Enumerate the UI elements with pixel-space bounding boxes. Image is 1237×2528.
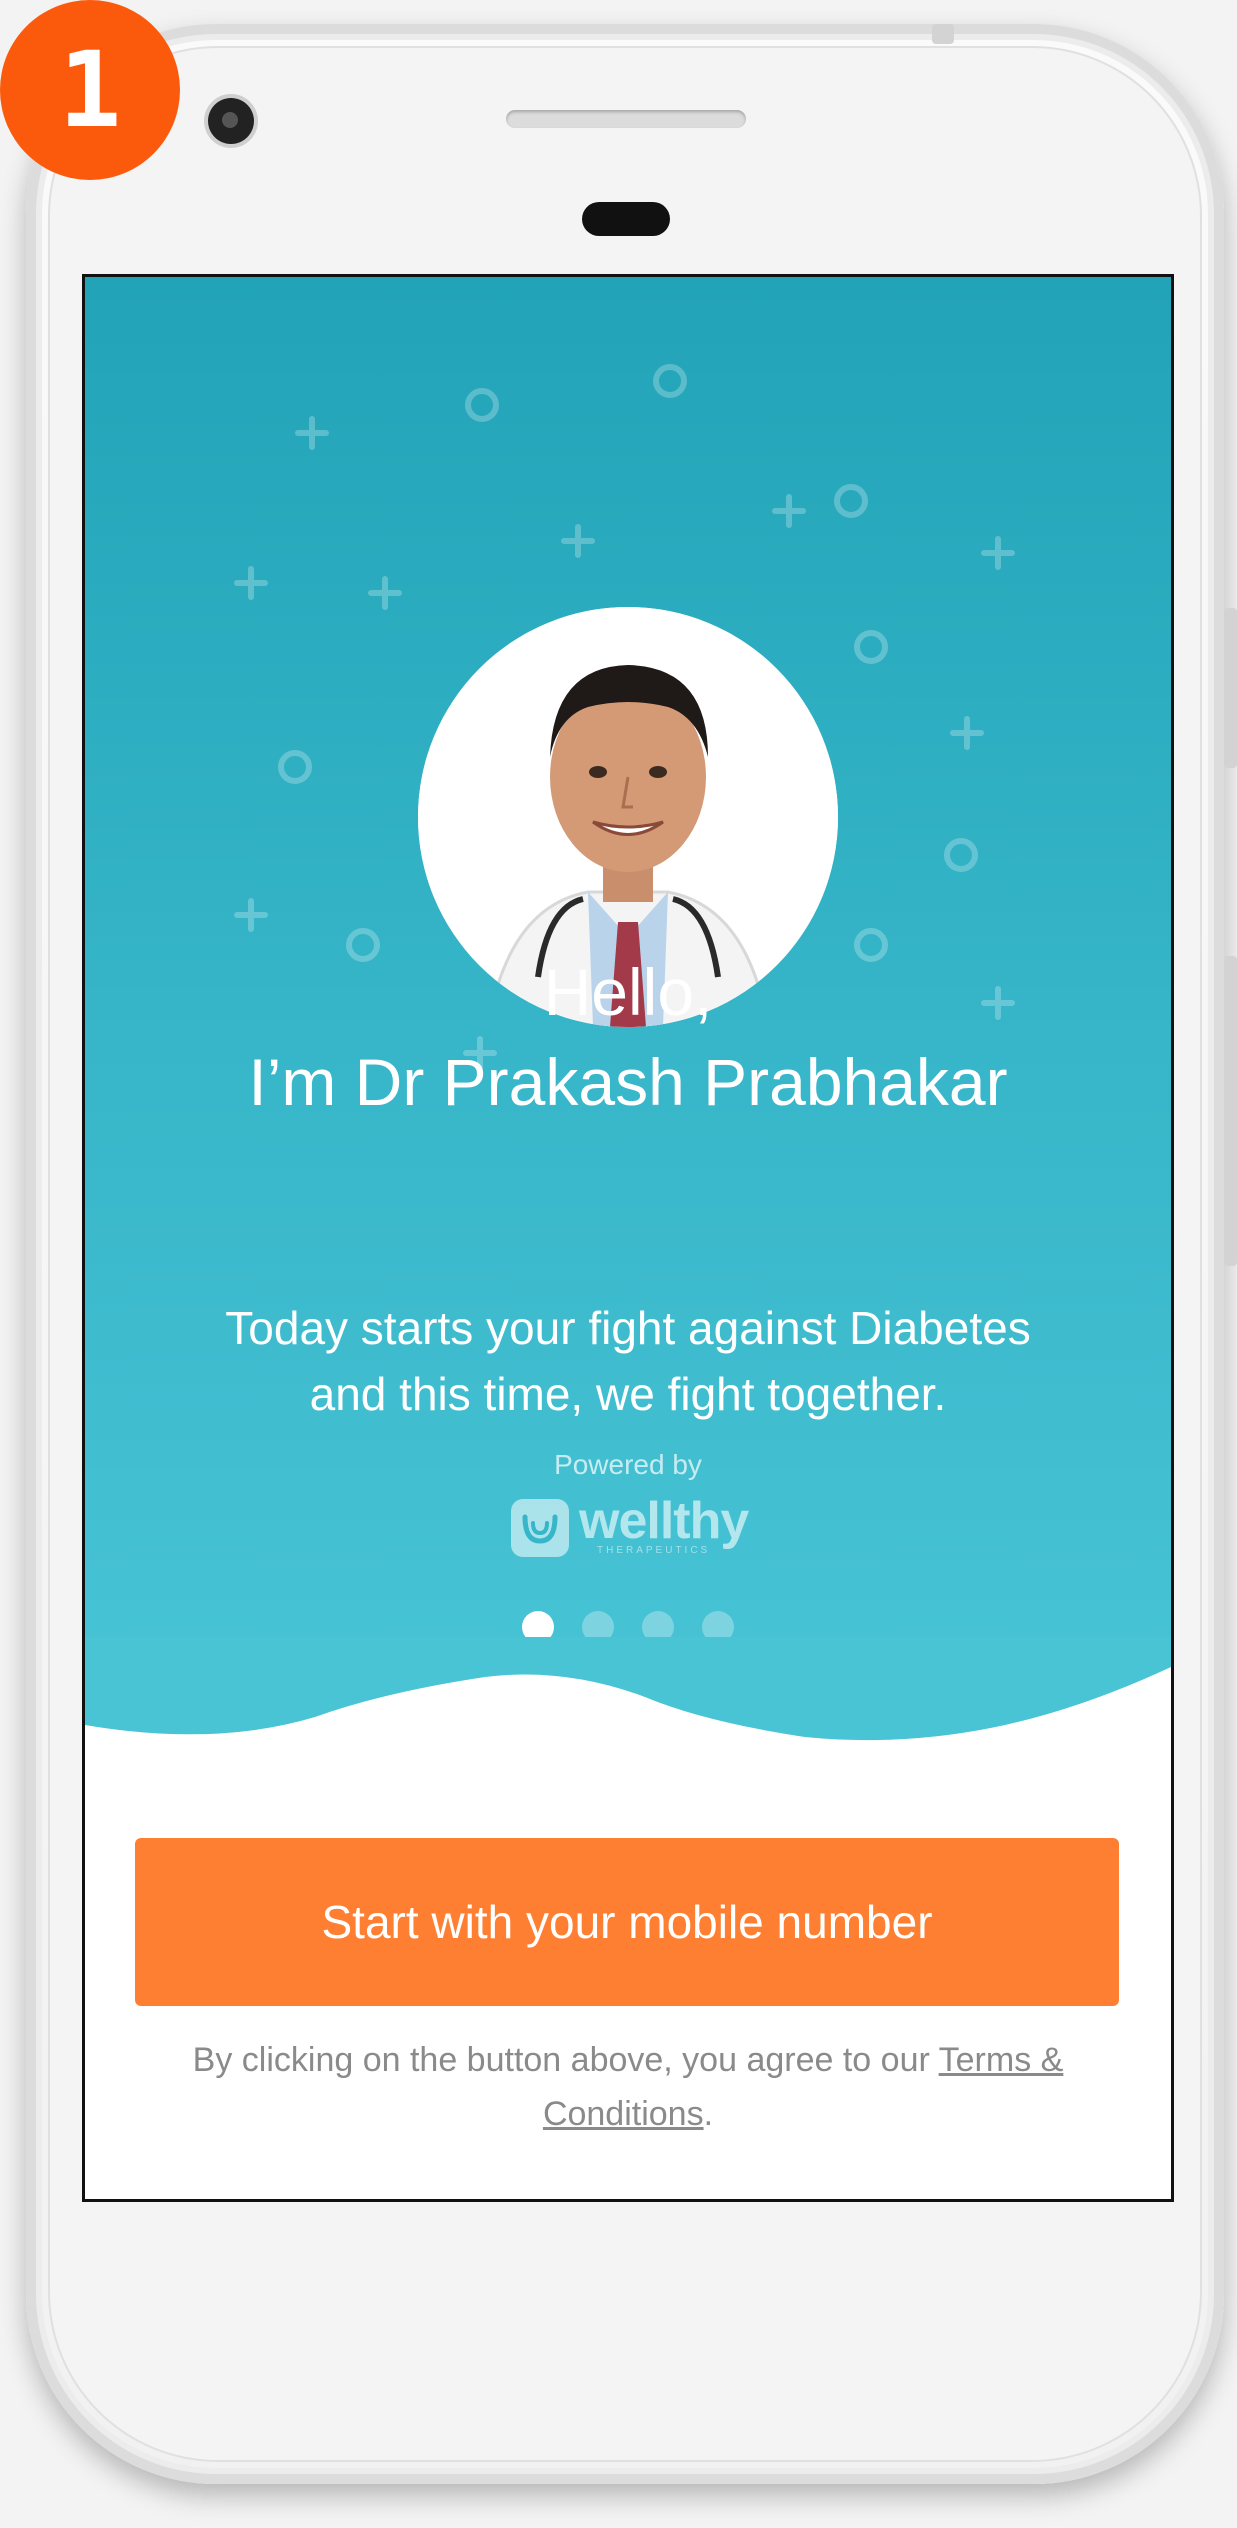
plus-decoration-icon — [561, 524, 595, 558]
terms-notice: By clicking on the button above, you agr… — [145, 2033, 1111, 2141]
phone-top-button — [932, 24, 954, 44]
circle-decoration-icon — [854, 630, 888, 664]
plus-decoration-icon — [234, 898, 268, 932]
hero-wave-divider — [85, 1637, 1171, 1837]
earpiece-speaker — [506, 110, 746, 128]
proximity-sensor — [582, 202, 670, 236]
brand-name: wellthy — [579, 1492, 749, 1550]
phone-power-button — [1224, 956, 1237, 1266]
brand-tagline: THERAPEUTICS — [597, 1545, 711, 1556]
step-number-badge: 1 — [0, 0, 180, 180]
plus-decoration-icon — [950, 716, 984, 750]
subtitle-line-1: Today starts your fight against Diabetes — [225, 1302, 1031, 1354]
hero-section: Hello, I’m Dr Prakash Prabhakar Today st… — [85, 277, 1171, 1817]
terms-prefix-text: By clicking on the button above, you agr… — [192, 2041, 939, 2079]
plus-decoration-icon — [234, 566, 268, 600]
wellthy-logo-icon — [511, 1499, 569, 1557]
front-camera-icon — [208, 98, 254, 144]
subtitle-line-2: and this time, we fight together. — [309, 1368, 947, 1420]
powered-by-label: Powered by — [554, 1449, 702, 1480]
circle-decoration-icon — [834, 484, 868, 518]
circle-decoration-icon — [465, 388, 499, 422]
phone-volume-button — [1224, 608, 1237, 768]
greeting-line-1: Hello, — [543, 955, 713, 1029]
doctor-name-heading: I’m Dr Prakash Prabhakar — [248, 1045, 1008, 1119]
circle-decoration-icon — [944, 838, 978, 872]
plus-decoration-icon — [772, 494, 806, 528]
terms-suffix-text: . — [703, 2095, 714, 2133]
circle-decoration-icon — [653, 364, 687, 398]
plus-decoration-icon — [981, 536, 1015, 570]
plus-decoration-icon — [368, 576, 402, 610]
plus-decoration-icon — [295, 416, 329, 450]
start-with-mobile-number-button[interactable]: Start with your mobile number — [135, 1838, 1119, 2006]
circle-decoration-icon — [278, 750, 312, 784]
app-screen: Hello, I’m Dr Prakash Prabhakar Today st… — [82, 274, 1174, 2202]
wellthy-logo: wellthy THERAPEUTICS — [511, 1493, 751, 1563]
